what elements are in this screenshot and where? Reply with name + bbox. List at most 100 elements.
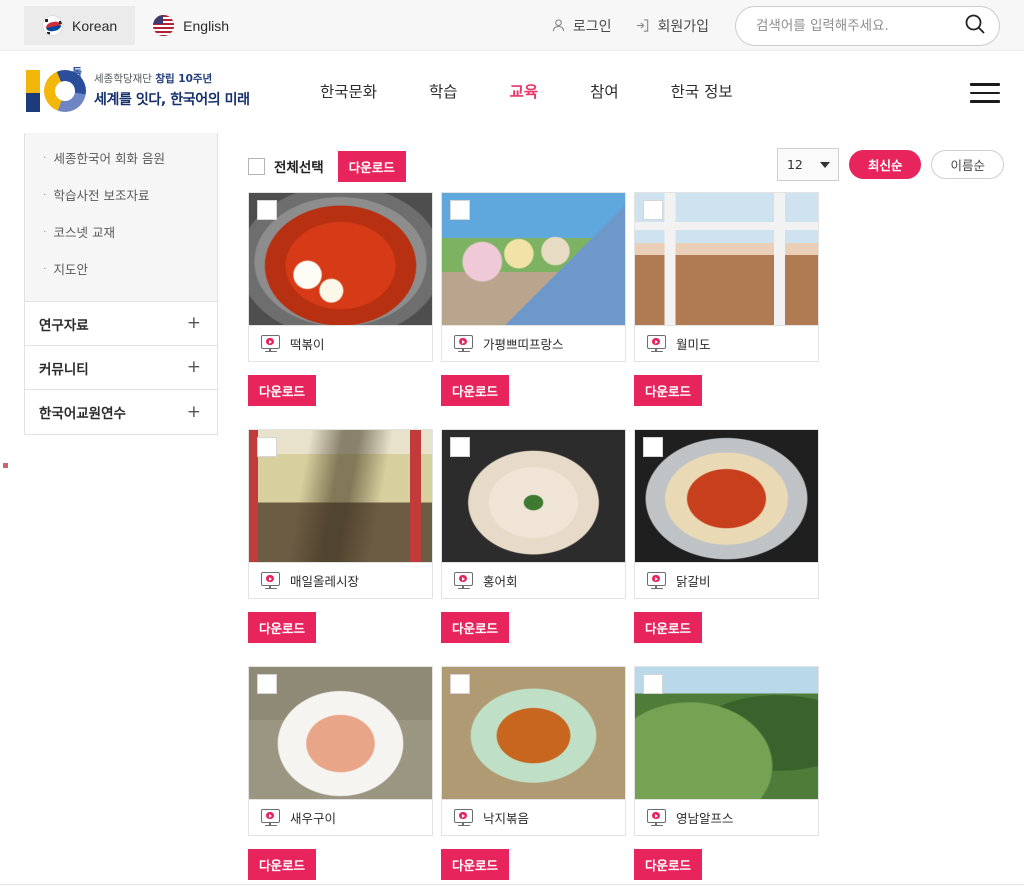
card-select-checkbox[interactable]	[643, 437, 663, 457]
page-root: Korean English 로그인 회원가입 검색어를 입력해주세요. 돌 세…	[0, 0, 1024, 892]
sidebar-group-label: 커뮤니티	[39, 361, 89, 378]
signup-icon	[635, 18, 650, 33]
sidebar: · 세종한국어 회화 음원 · 학습사전 보조자료 · 코스넷 교재 · 지도안…	[24, 133, 218, 435]
sidebar-item-label: 지도안	[53, 262, 89, 277]
main-content: 전체선택 다운로드 12 최신순 이름순 떡볶이 다운로드 가평쁘띠프랑스 다운로드 월…	[248, 140, 1004, 892]
card-select-checkbox[interactable]	[257, 200, 277, 220]
bullet-icon: ·	[43, 225, 47, 238]
user-icon	[551, 18, 566, 33]
card-frame[interactable]: 매일올레시장	[248, 429, 433, 599]
plus-icon: +	[186, 357, 201, 377]
card-download-button[interactable]: 다운로드	[441, 375, 510, 406]
sidebar-group-teacher-training[interactable]: 한국어교원연수 +	[25, 390, 217, 434]
card-download-button[interactable]: 다운로드	[248, 612, 317, 643]
card-download-button[interactable]: 다운로드	[248, 375, 317, 406]
bulk-download-button[interactable]: 다운로드	[337, 150, 406, 182]
card-thumbnail[interactable]	[635, 193, 818, 325]
card-title: 새우구이	[290, 811, 337, 826]
sidebar-group-research[interactable]: 연구자료 +	[25, 302, 217, 346]
nav-item-learning[interactable]: 학습	[429, 80, 458, 102]
card-thumbnail[interactable]	[442, 430, 625, 562]
card-frame[interactable]: 닭갈비	[634, 429, 819, 599]
signup-link[interactable]: 회원가입	[623, 0, 721, 51]
video-monitor-icon	[647, 808, 666, 827]
hamburger-icon[interactable]	[970, 83, 1000, 103]
language-button-english[interactable]: English	[135, 6, 247, 45]
resource-card: 월미도다운로드	[634, 192, 819, 406]
sidebar-item-conversation-audio[interactable]: · 세종한국어 회화 음원	[25, 139, 217, 176]
page-marker-dot	[3, 463, 8, 468]
nav-item-education[interactable]: 교육	[510, 80, 539, 102]
resource-card: 가평쁘띠프랑스다운로드	[441, 192, 626, 406]
search-box[interactable]	[735, 5, 1000, 46]
card-frame[interactable]: 낙지볶음	[441, 666, 626, 836]
plus-icon: +	[186, 313, 201, 333]
card-select-checkbox[interactable]	[643, 200, 663, 220]
card-title: 영남알프스	[676, 811, 734, 826]
resource-card: 닭갈비다운로드	[634, 429, 819, 643]
sort-name-button[interactable]: 이름순	[931, 150, 1004, 179]
card-download-button[interactable]: 다운로드	[441, 849, 510, 880]
select-all-control[interactable]: 전체선택	[248, 156, 324, 176]
select-all-checkbox[interactable]	[248, 157, 265, 175]
login-link[interactable]: 로그인	[539, 0, 624, 51]
card-select-checkbox[interactable]	[450, 437, 470, 457]
video-monitor-icon	[261, 808, 280, 827]
flag-kr-icon	[42, 15, 63, 36]
resource-card: 홍어회다운로드	[441, 429, 626, 643]
nav-item-korea-info[interactable]: 한국 정보	[671, 80, 733, 102]
card-thumbnail[interactable]	[442, 193, 625, 325]
sidebar-item-dictionary-materials[interactable]: · 학습사전 보조자료	[25, 176, 217, 213]
nav-item-participation[interactable]: 참여	[590, 80, 619, 102]
language-switcher: Korean English	[24, 0, 247, 51]
card-select-checkbox[interactable]	[450, 674, 470, 694]
card-select-checkbox[interactable]	[450, 200, 470, 220]
logo-text: 세종학당재단 창립 10주년 세계를 잇다, 한국어의 미래	[94, 71, 250, 109]
card-frame[interactable]: 월미도	[634, 192, 819, 362]
card-thumbnail[interactable]	[635, 430, 818, 562]
flag-us-icon	[153, 15, 175, 36]
site-header: 돌 세종학당재단 창립 10주년 세계를 잇다, 한국어의 미래 한국문화 학습…	[0, 51, 1024, 131]
card-select-checkbox[interactable]	[643, 674, 663, 694]
sort-latest-button[interactable]: 최신순	[848, 150, 922, 179]
per-page-select[interactable]: 12	[776, 148, 839, 181]
search-input[interactable]	[756, 17, 959, 34]
search-button[interactable]	[959, 12, 991, 39]
card-thumbnail[interactable]	[635, 667, 818, 799]
card-frame[interactable]: 가평쁘띠프랑스	[441, 192, 626, 362]
sidebar-item-cosnet-textbook[interactable]: · 코스넷 교재	[25, 213, 217, 250]
card-download-button[interactable]: 다운로드	[634, 375, 703, 406]
sidebar-item-label: 세종한국어 회화 음원	[53, 151, 165, 166]
card-title: 낙지볶음	[483, 811, 530, 826]
site-logo[interactable]: 돌 세종학당재단 창립 10주년 세계를 잇다, 한국어의 미래	[24, 64, 250, 116]
card-frame[interactable]: 새우구이	[248, 666, 433, 836]
nav-item-culture[interactable]: 한국문화	[320, 80, 377, 102]
card-thumbnail[interactable]	[249, 430, 432, 562]
card-frame[interactable]: 떡볶이	[248, 192, 433, 362]
card-download-button[interactable]: 다운로드	[634, 849, 703, 880]
card-frame[interactable]: 영남알프스	[634, 666, 819, 836]
card-title: 월미도	[676, 337, 711, 352]
card-download-button[interactable]: 다운로드	[248, 849, 317, 880]
card-thumbnail[interactable]	[442, 667, 625, 799]
video-monitor-icon	[261, 334, 280, 353]
language-button-korean[interactable]: Korean	[24, 6, 136, 45]
resource-card-grid: 떡볶이 다운로드 가평쁘띠프랑스 다운로드 월미도 다운로드 매일올레시장 다운로드 홍어회 다운…	[248, 192, 1004, 892]
card-title: 매일올레시장	[290, 574, 360, 589]
card-download-button[interactable]: 다운로드	[441, 612, 510, 643]
card-download-button[interactable]: 다운로드	[634, 612, 703, 643]
card-frame[interactable]: 홍어회	[441, 429, 626, 599]
card-thumbnail[interactable]	[249, 667, 432, 799]
video-monitor-icon	[454, 334, 473, 353]
card-thumbnail[interactable]	[249, 193, 432, 325]
sidebar-item-lesson-plan[interactable]: · 지도안	[25, 250, 217, 287]
sidebar-item-label: 학습사전 보조자료	[53, 188, 150, 203]
video-monitor-icon	[454, 571, 473, 590]
list-toolbar: 전체선택 다운로드 12 최신순 이름순	[248, 140, 1004, 192]
resource-card: 매일올레시장다운로드	[248, 429, 433, 643]
card-label-row: 월미도	[635, 325, 818, 361]
card-select-checkbox[interactable]	[257, 674, 277, 694]
card-title: 가평쁘띠프랑스	[483, 337, 564, 352]
card-select-checkbox[interactable]	[257, 437, 277, 457]
sidebar-group-community[interactable]: 커뮤니티 +	[25, 346, 217, 390]
